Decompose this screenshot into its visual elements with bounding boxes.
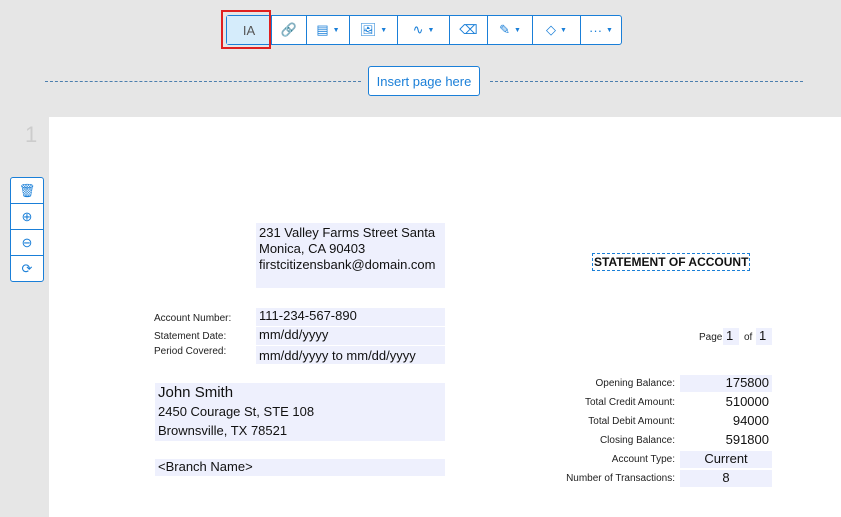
summary-value-field[interactable]: Current Account: [680, 451, 772, 482]
chevron-down-icon: ▼: [560, 26, 567, 34]
signature-icon: ∿: [412, 22, 424, 37]
divider: [490, 81, 803, 82]
customer-address-field[interactable]: John Smith 2450 Courage St, STE 108 Brow…: [155, 383, 445, 441]
statement-date-field[interactable]: mm/dd/yyyy: [256, 327, 445, 345]
chevron-down-icon: ▼: [606, 26, 613, 34]
selection-highlight: [221, 10, 271, 49]
more-icon: ···: [589, 22, 603, 38]
divider: [45, 81, 361, 82]
address-line: Monica, CA 90403: [259, 241, 366, 256]
signature-tool-button[interactable]: ∿ ▼: [398, 16, 450, 44]
summary-label: Closing Balance:: [599, 435, 675, 446]
page-tools: 🗑 ⊕ ⊖ ⟳: [10, 177, 44, 282]
page-field[interactable]: 1: [723, 328, 739, 345]
page-total-field[interactable]: 1: [756, 328, 772, 345]
zoom-out-icon[interactable]: ⊖: [11, 230, 43, 256]
shapes-tool-button[interactable]: ◇ ▼: [533, 16, 581, 44]
document-page: 231 Valley Farms Street Santa Monica, CA…: [49, 117, 841, 517]
chevron-down-icon: ▼: [427, 26, 435, 34]
period-field[interactable]: mm/dd/yyyy to mm/dd/yyyy: [256, 346, 445, 364]
summary-value-field[interactable]: 175800: [680, 375, 772, 392]
summary-label: Number of Transactions:: [566, 473, 675, 484]
summary-label: Total Debit Amount:: [588, 416, 675, 427]
page-number: 1: [25, 122, 38, 147]
address-line: 231 Valley Farms Street Santa: [259, 225, 436, 240]
delete-icon[interactable]: 🗑: [11, 178, 43, 204]
eraser-icon: ⌫: [459, 22, 478, 37]
address-line: firstcitizensbank@domain.com: [259, 257, 436, 272]
link-tool-button[interactable]: 🔗: [272, 16, 307, 44]
summary-label: Account Type:: [611, 454, 675, 465]
statement-title[interactable]: STATEMENT OF ACCOUNT: [592, 253, 751, 271]
branch-name-field[interactable]: <Branch Name>: [155, 459, 445, 476]
statement-date-label: Statement Date:: [154, 331, 227, 342]
summary-value-field[interactable]: 94000: [680, 413, 772, 430]
chevron-down-icon: ▼: [513, 26, 521, 34]
form-field-icon: ▤: [316, 22, 329, 37]
shapes-icon: ◇: [546, 22, 557, 37]
customer-name: John Smith: [158, 384, 234, 401]
link-icon: 🔗: [280, 22, 298, 37]
customer-address-line: Brownsville, TX 78521: [158, 423, 288, 438]
image-tool-button[interactable]: 🖼 ▼: [350, 16, 398, 44]
form-field-tool-button[interactable]: ▤ ▼: [307, 16, 350, 44]
more-tool-button[interactable]: ··· ▼: [581, 16, 621, 44]
account-number-field[interactable]: 111-234-567-890: [256, 308, 445, 326]
image-icon: 🖼: [359, 22, 377, 37]
summary-value-field[interactable]: 591800: [680, 432, 772, 449]
summary-label: Opening Balance:: [595, 378, 675, 389]
customer-address-line: 2450 Courage St, STE 108: [158, 404, 315, 419]
bank-address-field[interactable]: 231 Valley Farms Street Santa Monica, CA…: [256, 223, 445, 288]
highlighter-tool-button[interactable]: ✎ ▼: [488, 16, 533, 44]
summary-value-field[interactable]: 510000: [680, 394, 772, 411]
summary-label: Total Credit Amount:: [584, 397, 675, 408]
period-label: Period Covered:: [154, 346, 227, 357]
eraser-tool-button[interactable]: ⌫: [450, 16, 488, 44]
zoom-in-icon[interactable]: ⊕: [11, 204, 43, 230]
summary-value-field[interactable]: 8: [680, 470, 772, 487]
highlighter-icon: ✎: [499, 22, 510, 37]
of-label: of: [744, 332, 753, 343]
chevron-down-icon: ▼: [380, 26, 388, 34]
chevron-down-icon: ▼: [332, 26, 340, 34]
annotation-toolbar: IA 🔗 ▤ ▼ 🖼 ▼ ∿ ▼ ⌫ ✎ ▼ ◇ ▼ ··· ▼: [226, 15, 622, 45]
rotate-icon[interactable]: ⟳: [11, 256, 43, 281]
insert-page-button[interactable]: Insert page here: [368, 66, 480, 96]
account-number-label: Account Number:: [154, 313, 232, 324]
page-label: Page: [699, 332, 723, 343]
